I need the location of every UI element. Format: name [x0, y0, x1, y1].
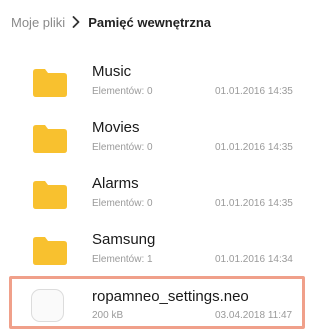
item-date: 03.04.2018 11:47: [215, 310, 293, 321]
list-item-alarms[interactable]: Alarms Elementów: 0 01.01.2016 14:35: [0, 165, 312, 221]
chevron-right-icon: [72, 16, 80, 28]
item-date: 01.01.2016 14:35: [215, 142, 293, 153]
item-count: Elementów: 0: [92, 198, 153, 209]
item-name: Movies: [92, 119, 140, 136]
list-item-file-selected[interactable]: ropamneo_settings.neo 200 kB 03.04.2018 …: [9, 276, 305, 329]
folder-icon: [33, 69, 67, 97]
list-item-movies[interactable]: Movies Elementów: 0 01.01.2016 14:35: [0, 109, 312, 165]
item-name: Alarms: [92, 175, 139, 192]
item-count: Elementów: 0: [92, 142, 153, 153]
list-item-music[interactable]: Music Elementów: 0 01.01.2016 14:35: [0, 53, 312, 109]
item-name: ropamneo_settings.neo: [92, 288, 249, 305]
item-name: Music: [92, 63, 132, 80]
item-date: 01.01.2016 14:35: [215, 86, 293, 97]
breadcrumb-current: Pamięć wewnętrzna: [88, 14, 212, 30]
item-count: Elementów: 1: [92, 254, 153, 265]
item-date: 01.01.2016 14:35: [215, 198, 293, 209]
item-count: Elementów: 0: [92, 86, 153, 97]
item-size: 200 kB: [92, 310, 124, 321]
breadcrumb: Moje pliki Pamięć wewnętrzna: [0, 0, 312, 44]
item-name: Samsung: [92, 231, 156, 248]
file-list: Music Elementów: 0 01.01.2016 14:35 Movi…: [0, 53, 312, 277]
folder-icon: [33, 125, 67, 153]
file-icon: [31, 289, 64, 322]
breadcrumb-root[interactable]: Moje pliki: [11, 15, 65, 30]
folder-icon: [33, 181, 67, 209]
item-date: 01.01.2016 14:34: [215, 254, 293, 265]
folder-icon: [33, 237, 67, 265]
list-item-samsung[interactable]: Samsung Elementów: 1 01.01.2016 14:34: [0, 221, 312, 277]
